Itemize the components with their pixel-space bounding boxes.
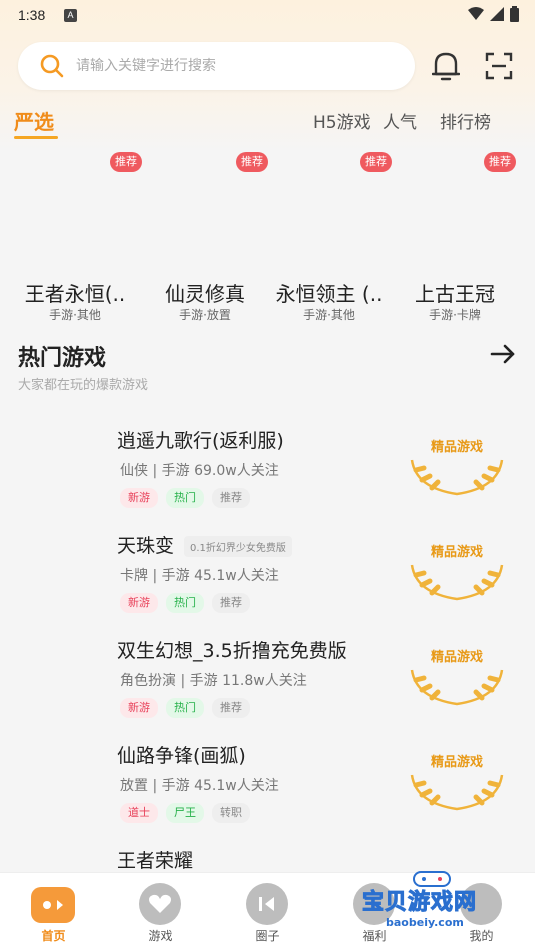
recommend-badge: 推荐 <box>360 152 392 172</box>
watermark-logo: 宝贝游戏网 baobeiy.com <box>356 870 516 950</box>
tag: 推荐 <box>212 488 250 508</box>
recommend-badge: 推荐 <box>484 152 516 172</box>
scan-icon[interactable] <box>485 52 513 80</box>
tag: 热门 <box>166 488 204 508</box>
tab-h5-games[interactable]: H5游戏 <box>313 108 371 133</box>
main-content: 推荐 王者永恒(.. 手游·其他 推荐 仙灵修真 手游·放置 推荐 永恒领主 (… <box>0 150 535 872</box>
search-box[interactable] <box>18 42 415 90</box>
game-name: 仙路争锋(画狐) <box>117 745 246 767</box>
tag: 热门 <box>166 698 204 718</box>
wifi-icon <box>468 7 484 20</box>
game-name: 王者荣耀 <box>117 850 194 872</box>
nav-home[interactable]: 首页 <box>0 873 107 952</box>
section-subtitle: 大家都在玩的爆款游戏 <box>18 378 149 393</box>
recommended-item[interactable]: 推荐 王者永恒(.. 手游·其他 <box>10 150 142 325</box>
laurel-icon <box>410 459 504 496</box>
recommended-item[interactable]: 推荐 仙灵修真 手游·放置 <box>140 150 270 325</box>
premium-game-badge: 精品游戏 <box>402 745 512 815</box>
recommended-subtitle: 手游·其他 <box>49 308 101 322</box>
tab-popular[interactable]: 人气 <box>383 108 417 133</box>
search-icon <box>40 54 64 78</box>
watermark-url: baobeiy.com <box>386 916 464 929</box>
battery-icon <box>510 6 519 22</box>
bell-icon[interactable] <box>432 50 460 82</box>
tag: 新游 <box>120 488 158 508</box>
status-bar: 1:38 A <box>0 0 535 34</box>
premium-game-badge: 精品游戏 <box>402 535 512 605</box>
game-name: 天珠变 <box>117 535 175 557</box>
tag: 新游 <box>120 698 158 718</box>
premium-game-badge: 精品游戏 <box>402 640 512 710</box>
laurel-icon <box>410 774 504 811</box>
laurel-icon <box>410 669 504 706</box>
tag: 转职 <box>212 803 250 823</box>
game-meta: 角色扮演 | 手游 11.8w人关注 <box>120 673 307 689</box>
laurel-icon <box>410 564 504 601</box>
recommended-title: 上古王冠 <box>415 282 495 306</box>
signal-icon <box>490 7 504 21</box>
status-time: 1:38 <box>18 7 46 23</box>
game-name: 双生幻想_3.5折撸充免费版 <box>117 640 347 662</box>
search-input[interactable] <box>76 42 396 90</box>
game-tags: 道士 尸王 转职 <box>120 803 250 823</box>
heart-icon <box>139 883 181 925</box>
game-list-item[interactable]: 仙路争锋(画狐) 放置 | 手游 45.1w人关注 道士 尸王 转职 精品游戏 <box>0 741 535 845</box>
nav-label: 圈子 <box>255 929 280 943</box>
game-tags: 新游 热门 推荐 <box>120 698 250 718</box>
game-tags: 新游 热门 推荐 <box>120 593 250 613</box>
game-promo-label: 0.1折幻界少女免费版 <box>184 536 292 557</box>
nav-games[interactable]: 游戏 <box>107 873 214 952</box>
nav-label: 首页 <box>41 929 66 943</box>
game-list-item[interactable]: 王者荣耀 <box>0 846 535 872</box>
status-icons <box>468 6 519 22</box>
nav-label: 游戏 <box>148 929 173 943</box>
game-name: 逍遥九歌行(返利服) <box>117 430 284 452</box>
tag: 热门 <box>166 593 204 613</box>
recommended-item[interactable]: 推荐 永恒领主 (.. 手游·其他 <box>264 150 394 325</box>
recommended-subtitle: 手游·卡牌 <box>429 308 481 322</box>
premium-game-badge: 精品游戏 <box>402 430 512 500</box>
recommended-title: 王者永恒(.. <box>24 282 126 306</box>
game-meta: 仙侠 | 手游 69.0w人关注 <box>120 463 279 479</box>
game-list-item[interactable]: 天珠变 0.1折幻界少女免费版 卡牌 | 手游 45.1w人关注 新游 热门 推… <box>0 531 535 635</box>
game-list-item[interactable]: 逍遥九歌行(返利服) 仙侠 | 手游 69.0w人关注 新游 热门 推荐 精品游… <box>0 426 535 530</box>
notification-a-icon: A <box>64 9 77 22</box>
chat-icon <box>246 883 288 925</box>
game-tags: 新游 热门 推荐 <box>120 488 250 508</box>
arrow-right-icon[interactable] <box>490 344 516 364</box>
recommended-title: 永恒领主 (.. <box>275 282 383 306</box>
tab-yanxuan[interactable]: 严选 <box>14 106 54 135</box>
tag: 推荐 <box>212 593 250 613</box>
tag: 尸王 <box>166 803 204 823</box>
watermark-title: 宝贝游戏网 <box>361 890 478 916</box>
game-meta: 卡牌 | 手游 45.1w人关注 <box>120 568 279 584</box>
tag: 道士 <box>120 803 158 823</box>
section-title: 热门游戏 <box>18 346 107 371</box>
tab-ranking[interactable]: 排行榜 <box>440 108 491 133</box>
tag: 新游 <box>120 593 158 613</box>
tag: 推荐 <box>212 698 250 718</box>
tab-active-indicator <box>14 136 58 139</box>
recommended-subtitle: 手游·其他 <box>303 308 355 322</box>
recommended-title: 仙灵修真 <box>165 282 245 306</box>
game-list-item[interactable]: 双生幻想_3.5折撸充免费版 角色扮演 | 手游 11.8w人关注 新游 热门 … <box>0 636 535 740</box>
game-meta: 放置 | 手游 45.1w人关注 <box>120 778 279 794</box>
recommended-item[interactable]: 推荐 上古王冠 手游·卡牌 <box>390 150 520 325</box>
recommend-badge: 推荐 <box>110 152 142 172</box>
recommended-subtitle: 手游·放置 <box>179 308 231 322</box>
nav-circle[interactable]: 圈子 <box>214 873 321 952</box>
gamepad-icon <box>31 887 75 923</box>
